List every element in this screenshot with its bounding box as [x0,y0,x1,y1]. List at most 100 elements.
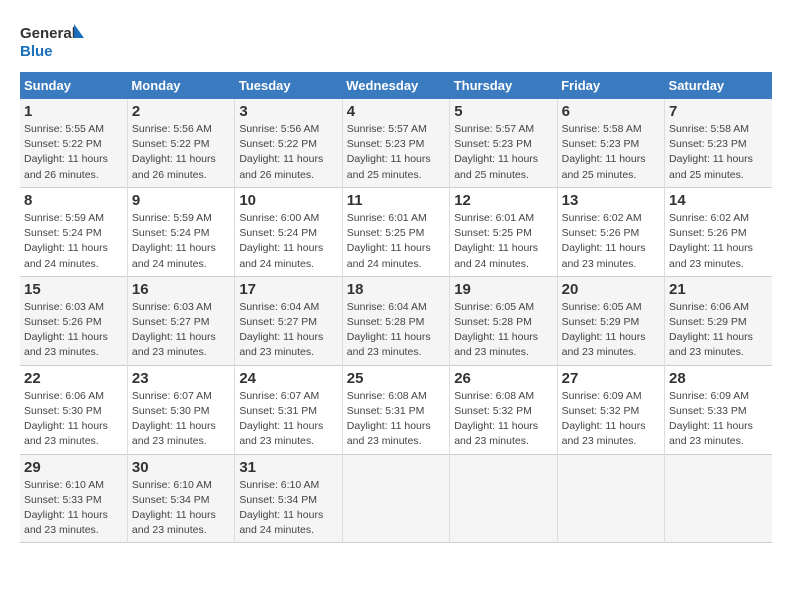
day-number: 14 [669,192,768,209]
weekday-header-row: SundayMondayTuesdayWednesdayThursdayFrid… [20,72,772,99]
weekday-header: Friday [557,72,664,99]
calendar-week-row: 8 Sunrise: 5:59 AM Sunset: 5:24 PM Daylig… [20,187,772,276]
day-info: Sunrise: 6:05 AM Sunset: 5:28 PM Dayligh… [454,300,552,361]
day-number: 7 [669,103,768,120]
day-info: Sunrise: 6:08 AM Sunset: 5:32 PM Dayligh… [454,389,552,450]
calendar-cell: 15 Sunrise: 6:03 AM Sunset: 5:26 PM Dayli… [20,276,127,365]
day-info: Sunrise: 6:06 AM Sunset: 5:30 PM Dayligh… [24,389,123,450]
calendar-cell [665,454,772,543]
calendar-cell: 18Sunrise: 6:04 AM Sunset: 5:28 PM Dayli… [342,276,449,365]
day-info: Sunrise: 5:55 AM Sunset: 5:22 PM Dayligh… [24,122,123,183]
calendar-cell: 31 Sunrise: 6:10 AM Sunset: 5:34 PM Dayli… [235,454,342,543]
day-info: Sunrise: 6:10 AM Sunset: 5:34 PM Dayligh… [239,478,337,539]
calendar-cell: 11 Sunrise: 6:01 AM Sunset: 5:25 PM Dayli… [342,187,449,276]
day-info: Sunrise: 5:57 AM Sunset: 5:23 PM Dayligh… [454,122,552,183]
day-number: 31 [239,459,337,476]
calendar-cell [342,454,449,543]
calendar-cell: 30 Sunrise: 6:10 AM Sunset: 5:34 PM Dayli… [127,454,234,543]
day-info: Sunrise: 6:00 AM Sunset: 5:24 PM Dayligh… [239,211,337,272]
calendar-cell: 22 Sunrise: 6:06 AM Sunset: 5:30 PM Dayli… [20,365,127,454]
day-info: Sunrise: 6:03 AM Sunset: 5:27 PM Dayligh… [132,300,230,361]
calendar-cell: 24Sunrise: 6:07 AM Sunset: 5:31 PM Dayli… [235,365,342,454]
day-number: 9 [132,192,230,209]
day-number: 30 [132,459,230,476]
day-number: 1 [24,103,123,120]
calendar-cell: 4Sunrise: 5:57 AM Sunset: 5:23 PM Daylig… [342,99,449,187]
day-number: 11 [347,192,445,209]
day-info: Sunrise: 6:05 AM Sunset: 5:29 PM Dayligh… [562,300,660,361]
day-number: 4 [347,103,445,120]
calendar-cell: 19 Sunrise: 6:05 AM Sunset: 5:28 PM Dayli… [450,276,557,365]
day-info: Sunrise: 6:10 AM Sunset: 5:33 PM Dayligh… [24,478,123,539]
calendar-cell: 7 Sunrise: 5:58 AM Sunset: 5:23 PM Daylig… [665,99,772,187]
day-info: Sunrise: 6:08 AM Sunset: 5:31 PM Dayligh… [347,389,445,450]
calendar-cell: 6 Sunrise: 5:58 AM Sunset: 5:23 PM Daylig… [557,99,664,187]
day-info: Sunrise: 6:09 AM Sunset: 5:32 PM Dayligh… [562,389,660,450]
day-info: Sunrise: 5:58 AM Sunset: 5:23 PM Dayligh… [562,122,660,183]
calendar-cell: 5 Sunrise: 5:57 AM Sunset: 5:23 PM Daylig… [450,99,557,187]
day-number: 25 [347,370,445,387]
calendar-cell: 27 Sunrise: 6:09 AM Sunset: 5:32 PM Dayli… [557,365,664,454]
day-number: 6 [562,103,660,120]
day-info: Sunrise: 6:10 AM Sunset: 5:34 PM Dayligh… [132,478,230,539]
page-header: GeneralBlue [20,20,772,62]
logo: GeneralBlue [20,20,90,62]
calendar-cell: 10 Sunrise: 6:00 AM Sunset: 5:24 PM Dayli… [235,187,342,276]
day-number: 22 [24,370,123,387]
day-number: 27 [562,370,660,387]
day-info: Sunrise: 6:01 AM Sunset: 5:25 PM Dayligh… [347,211,445,272]
day-info: Sunrise: 6:03 AM Sunset: 5:26 PM Dayligh… [24,300,123,361]
weekday-header: Tuesday [235,72,342,99]
day-info: Sunrise: 5:59 AM Sunset: 5:24 PM Dayligh… [132,211,230,272]
calendar-cell: 16 Sunrise: 6:03 AM Sunset: 5:27 PM Dayli… [127,276,234,365]
weekday-header: Monday [127,72,234,99]
day-info: Sunrise: 5:58 AM Sunset: 5:23 PM Dayligh… [669,122,768,183]
day-info: Sunrise: 6:07 AM Sunset: 5:31 PM Dayligh… [239,389,337,450]
calendar-week-row: 15 Sunrise: 6:03 AM Sunset: 5:26 PM Dayli… [20,276,772,365]
day-number: 15 [24,281,123,298]
logo-icon: GeneralBlue [20,20,90,62]
day-number: 16 [132,281,230,298]
day-info: Sunrise: 6:07 AM Sunset: 5:30 PM Dayligh… [132,389,230,450]
svg-text:General: General [20,25,76,42]
day-info: Sunrise: 6:02 AM Sunset: 5:26 PM Dayligh… [669,211,768,272]
weekday-header: Thursday [450,72,557,99]
calendar-cell: 23 Sunrise: 6:07 AM Sunset: 5:30 PM Dayli… [127,365,234,454]
day-number: 8 [24,192,123,209]
calendar-week-row: 22 Sunrise: 6:06 AM Sunset: 5:30 PM Dayli… [20,365,772,454]
day-number: 20 [562,281,660,298]
svg-text:Blue: Blue [20,43,53,60]
calendar-week-row: 1 Sunrise: 5:55 AM Sunset: 5:22 PM Daylig… [20,99,772,187]
day-info: Sunrise: 5:56 AM Sunset: 5:22 PM Dayligh… [239,122,337,183]
calendar-cell: 21 Sunrise: 6:06 AM Sunset: 5:29 PM Dayli… [665,276,772,365]
day-number: 17 [239,281,337,298]
day-number: 19 [454,281,552,298]
calendar-cell: 28 Sunrise: 6:09 AM Sunset: 5:33 PM Dayli… [665,365,772,454]
day-info: Sunrise: 6:06 AM Sunset: 5:29 PM Dayligh… [669,300,768,361]
day-number: 21 [669,281,768,298]
calendar-cell: 2 Sunrise: 5:56 AM Sunset: 5:22 PM Daylig… [127,99,234,187]
day-info: Sunrise: 6:09 AM Sunset: 5:33 PM Dayligh… [669,389,768,450]
day-number: 5 [454,103,552,120]
calendar-cell: 1 Sunrise: 5:55 AM Sunset: 5:22 PM Daylig… [20,99,127,187]
calendar-week-row: 29Sunrise: 6:10 AM Sunset: 5:33 PM Dayli… [20,454,772,543]
day-info: Sunrise: 5:59 AM Sunset: 5:24 PM Dayligh… [24,211,123,272]
calendar-cell [557,454,664,543]
day-number: 13 [562,192,660,209]
weekday-header: Sunday [20,72,127,99]
weekday-header: Wednesday [342,72,449,99]
day-number: 28 [669,370,768,387]
day-number: 26 [454,370,552,387]
weekday-header: Saturday [665,72,772,99]
day-number: 23 [132,370,230,387]
day-number: 2 [132,103,230,120]
day-number: 12 [454,192,552,209]
day-info: Sunrise: 5:56 AM Sunset: 5:22 PM Dayligh… [132,122,230,183]
calendar-cell: 25 Sunrise: 6:08 AM Sunset: 5:31 PM Dayli… [342,365,449,454]
calendar-cell: 3Sunrise: 5:56 AM Sunset: 5:22 PM Daylig… [235,99,342,187]
day-number: 10 [239,192,337,209]
calendar-cell: 13Sunrise: 6:02 AM Sunset: 5:26 PM Dayli… [557,187,664,276]
calendar-cell: 9 Sunrise: 5:59 AM Sunset: 5:24 PM Daylig… [127,187,234,276]
calendar-cell: 14 Sunrise: 6:02 AM Sunset: 5:26 PM Dayli… [665,187,772,276]
calendar-cell: 12Sunrise: 6:01 AM Sunset: 5:25 PM Dayli… [450,187,557,276]
